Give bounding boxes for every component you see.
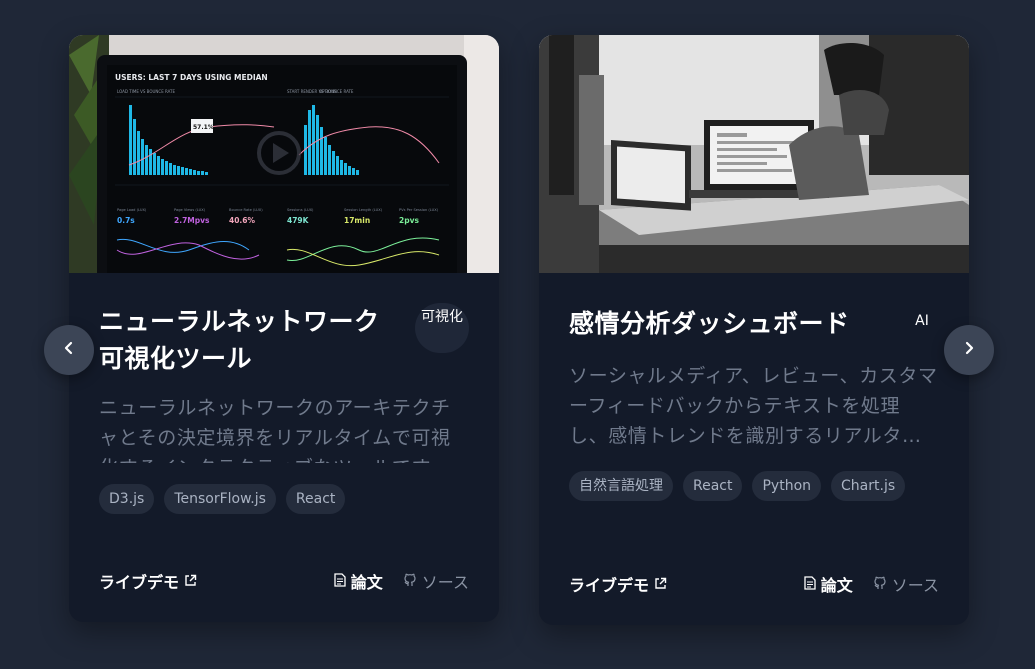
category-badge: 可視化 <box>415 303 469 353</box>
chevron-right-icon <box>961 340 977 360</box>
carousel-next-button[interactable] <box>944 325 994 375</box>
metric-value-5: 17min <box>344 216 370 225</box>
project-carousel: USERS: LAST 7 DAYS USING MEDIAN LOAD TIM… <box>0 0 1035 669</box>
project-card-sentiment-dashboard[interactable]: 感情分析ダッシュボード AI ソーシャルメディア、レビュー、カスタマーフィードバ… <box>539 35 969 625</box>
category-badge: AI <box>915 313 929 329</box>
live-demo-link[interactable]: ライブデモ <box>569 572 667 596</box>
tag: Python <box>752 471 822 501</box>
github-icon <box>403 572 417 591</box>
project-title: 感情分析ダッシュボード <box>569 309 850 338</box>
paper-link[interactable]: 論文 <box>804 572 853 596</box>
tag: D3.js <box>99 484 155 514</box>
paper-label: 論文 <box>820 576 853 595</box>
metric-label-3: Bounce Rate (LUX) <box>229 208 263 212</box>
metric-value-1: 0.7s <box>117 216 135 225</box>
metric-value-4: 479K <box>287 216 310 225</box>
github-icon <box>873 575 887 594</box>
project-thumbnail-office-photo <box>539 35 969 273</box>
paper-link[interactable]: 論文 <box>334 569 383 593</box>
tooltip-value: 57.1% <box>193 124 214 131</box>
live-demo-link[interactable]: ライブデモ <box>99 569 197 593</box>
project-thumbnail-dashboard: USERS: LAST 7 DAYS USING MEDIAN LOAD TIM… <box>69 35 499 273</box>
metric-value-3: 40.6% <box>229 216 256 225</box>
tag: Chart.js <box>831 471 906 501</box>
metric-label-1: Page Load (LUX) <box>117 208 147 212</box>
paper-label: 論文 <box>350 573 383 592</box>
document-icon <box>334 572 346 591</box>
tag-list: 自然言語処理 React Python Chart.js <box>569 471 906 501</box>
card-links: ライブデモ 論文 ソース <box>569 572 939 596</box>
source-link[interactable]: ソース <box>403 569 469 593</box>
project-description: ソーシャルメディア、レビュー、カスタマーフィードバックからテキストを処理し、感情… <box>569 365 938 447</box>
source-label: ソース <box>421 573 469 592</box>
tag: React <box>285 484 346 514</box>
metric-label-2: Page Views (LUX) <box>174 208 206 212</box>
project-description: ニューラルネットワークのアーキテクチャとその決定境界をリアルタイムで可視化するイ… <box>99 397 451 463</box>
carousel-prev-button[interactable] <box>44 325 94 375</box>
external-link-icon <box>184 572 197 591</box>
tag-list: D3.js TensorFlow.js React <box>99 484 346 514</box>
source-label: ソース <box>891 576 939 595</box>
external-link-icon <box>654 575 667 594</box>
tag: React <box>683 471 743 501</box>
live-demo-label: ライブデモ <box>569 576 650 595</box>
metric-label-6: PVs Per Session (LUX) <box>399 208 439 212</box>
panel-left-title: LOAD TIME VS BOUNCE RATE <box>117 89 175 94</box>
live-demo-label: ライブデモ <box>99 573 180 592</box>
card-links: ライブデモ 論文 ソース <box>99 569 469 593</box>
project-card-neural-viz[interactable]: USERS: LAST 7 DAYS USING MEDIAN LOAD TIM… <box>69 35 499 622</box>
metric-label-4: Sessions (LUX) <box>287 208 314 212</box>
tag: TensorFlow.js <box>164 484 276 514</box>
source-link[interactable]: ソース <box>873 572 939 596</box>
metric-value-6: 2pvs <box>399 216 419 225</box>
tag: 自然言語処理 <box>569 471 673 501</box>
document-icon <box>804 575 816 594</box>
project-title: ニューラルネットワーク可視化ツール <box>99 307 380 373</box>
chevron-left-icon <box>61 340 77 360</box>
dashboard-header-text: USERS: LAST 7 DAYS USING MEDIAN <box>115 73 268 82</box>
metric-value-2: 2.7Mpvs <box>174 216 210 225</box>
metric-label-5: Session Length (LUX) <box>344 208 383 212</box>
options-text: OPTIONS <box>319 89 337 94</box>
